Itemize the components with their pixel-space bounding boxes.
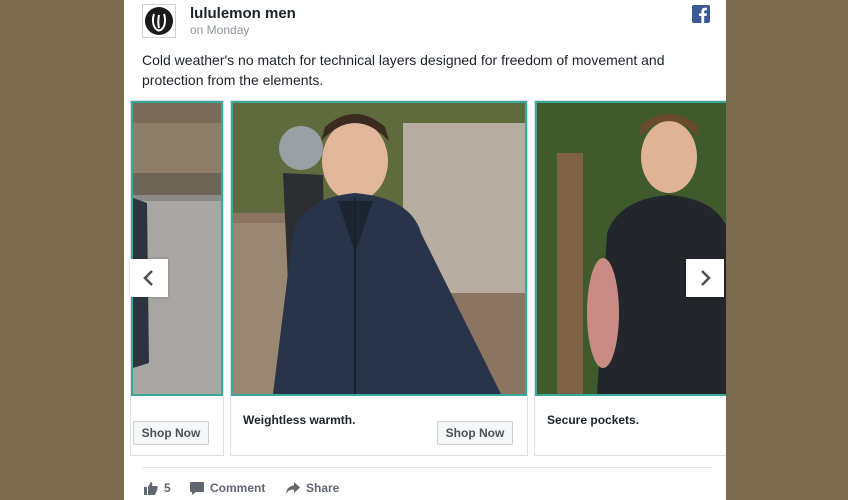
carousel-next-button[interactable] xyxy=(686,259,724,297)
facebook-icon xyxy=(692,5,710,23)
carousel-prev-button[interactable] xyxy=(130,259,168,297)
post-time[interactable]: on Monday xyxy=(190,23,249,37)
card-headline: Weightless warmth. xyxy=(243,413,356,427)
comment-icon xyxy=(190,481,204,495)
carousel-card[interactable]: Weightless warmth. Shop Now xyxy=(230,100,528,456)
product-photo[interactable] xyxy=(131,101,223,396)
ad-post-card: lululemon men on Monday Cold weather's n… xyxy=(124,0,726,500)
share-icon xyxy=(286,482,300,494)
divider xyxy=(142,467,712,468)
page-name[interactable]: lululemon men xyxy=(190,5,296,22)
like-count-label: 5 xyxy=(164,481,171,495)
share-button[interactable]: Share xyxy=(286,481,339,495)
comment-button[interactable]: Comment xyxy=(190,481,265,495)
chevron-right-icon xyxy=(701,270,711,286)
shop-now-button[interactable]: Shop Now xyxy=(437,421,513,445)
shop-now-button[interactable]: Shop Now xyxy=(133,421,209,445)
product-photo[interactable] xyxy=(535,101,726,396)
lululemon-logo-icon[interactable] xyxy=(142,4,176,38)
post-caption: Cold weather's no match for technical la… xyxy=(142,52,665,88)
card-headline: Secure pockets. xyxy=(547,413,640,427)
share-label: Share xyxy=(306,481,340,495)
chevron-left-icon xyxy=(143,270,153,286)
thumbs-up-icon xyxy=(144,481,158,495)
like-count[interactable]: 5 xyxy=(144,481,171,495)
product-photo[interactable] xyxy=(231,101,527,396)
comment-label: Comment xyxy=(210,481,266,495)
